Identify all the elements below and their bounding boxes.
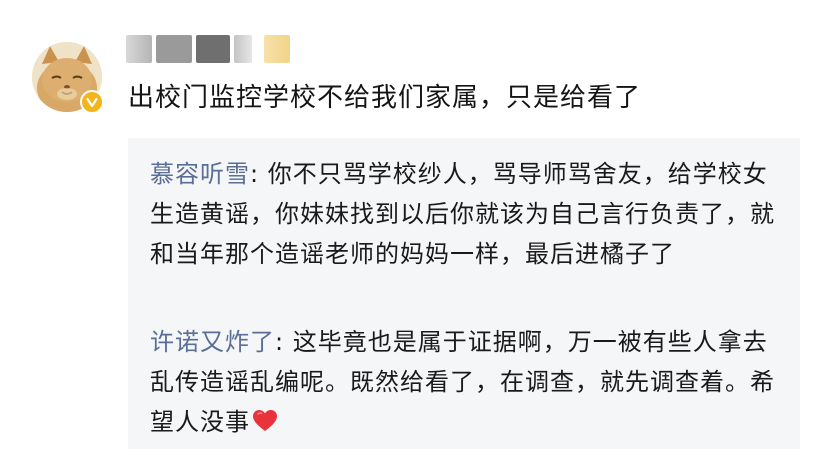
reply-thread[interactable]: 慕容听雪: 你不只骂学校纱人，骂导师骂舍友，给学校女生造黄谣，你妹妹找到以后你就… <box>128 138 800 449</box>
verified-v-icon <box>80 90 104 114</box>
reply-item[interactable]: 慕容听雪: 你不只骂学校纱人，骂导师骂舍友，给学校女生造黄谣，你妹妹找到以后你就… <box>150 154 780 274</box>
reply-item[interactable]: 许诺又炸了: 这毕竟也是属于证据啊，万一被有些人拿去乱传造谣乱编呢。既然给看了，… <box>150 322 780 445</box>
mosaic-block <box>234 35 252 63</box>
mosaic-block <box>196 35 230 63</box>
reply-separator: : <box>275 328 293 356</box>
reply-author-link[interactable]: 慕容听雪 <box>150 160 250 188</box>
avatar[interactable] <box>32 42 104 114</box>
mosaic-block <box>264 35 290 63</box>
comment-text: 出校门监控学校不给我们家属，只是给看了 <box>128 83 642 113</box>
reply-author-link[interactable]: 许诺又炸了 <box>150 328 275 356</box>
mosaic-block <box>126 35 152 63</box>
reply-separator: : <box>250 160 268 188</box>
mosaic-block <box>156 35 192 63</box>
username-obscured <box>126 34 294 64</box>
red-heart-icon <box>252 405 278 445</box>
comment-card: 出校门监控学校不给我们家属，只是给看了 慕容听雪: 你不只骂学校纱人，骂导师骂舍… <box>0 0 818 449</box>
